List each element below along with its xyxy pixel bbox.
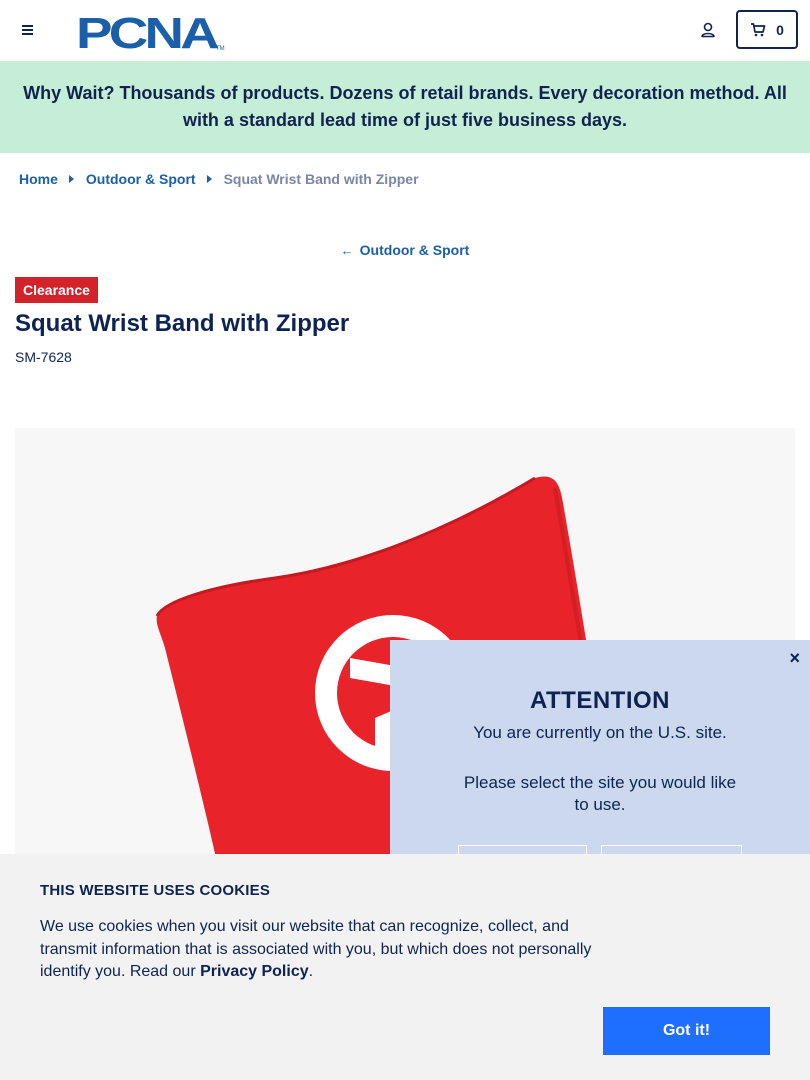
breadcrumb-arrow-icon [206, 175, 212, 183]
back-link-label: Outdoor & Sport [359, 242, 470, 258]
privacy-policy-link[interactable]: Privacy Policy [200, 963, 309, 980]
modal-text: You are currently on the U.S. site. [473, 723, 727, 742]
breadcrumb-current: Squat Wrist Band with Zipper [223, 171, 419, 187]
cart-icon [751, 23, 766, 37]
cookie-title: THIS WEBSITE USES COOKIES [40, 882, 271, 899]
breadcrumb: Home Outdoor & Sport Squat Wrist Band wi… [19, 170, 419, 188]
accept-cookies-button[interactable]: Got it! [603, 1007, 770, 1055]
arrow-left-icon: ← [340, 243, 354, 258]
account-icon[interactable] [698, 20, 718, 40]
product-page: PCNA TM 0 Why Wait? Thousands of product… [0, 0, 810, 1080]
cookie-banner: THIS WEBSITE USES COOKIES We use cookies… [0, 854, 810, 1080]
hamburger-menu-icon[interactable] [18, 19, 38, 41]
clearance-badge: Clearance [15, 277, 98, 303]
cookie-period: . [308, 963, 314, 980]
cart-count: 0 [776, 21, 784, 38]
modal-title: ATTENTION [529, 687, 671, 714]
cookie-text: We use cookies when you visit our websit… [40, 916, 610, 984]
breadcrumb-home[interactable]: Home [19, 171, 58, 187]
breadcrumb-arrow-icon [68, 175, 74, 183]
modal-prompt: Please select the site you would like to… [463, 773, 737, 814]
cookie-body: We use cookies when you visit our websit… [40, 918, 592, 980]
product-sku: SM-7628 [15, 349, 72, 365]
back-to-category-link[interactable]: ← Outdoor & Sport [0, 242, 810, 258]
promo-banner: Why Wait? Thousands of products. Dozens … [0, 61, 810, 153]
svg-text:TM: TM [216, 46, 225, 51]
promo-banner-text: Why Wait? Thousands of products. Dozens … [23, 83, 787, 130]
close-icon[interactable]: × [789, 648, 800, 669]
cart-button[interactable]: 0 [736, 10, 798, 49]
svg-text:PCNA: PCNA [76, 11, 219, 51]
pcna-logo[interactable]: PCNA TM [76, 11, 226, 51]
product-title: Squat Wrist Band with Zipper [15, 310, 350, 337]
breadcrumb-outdoor-sport[interactable]: Outdoor & Sport [86, 171, 196, 187]
site-header: PCNA TM 0 [0, 0, 810, 61]
